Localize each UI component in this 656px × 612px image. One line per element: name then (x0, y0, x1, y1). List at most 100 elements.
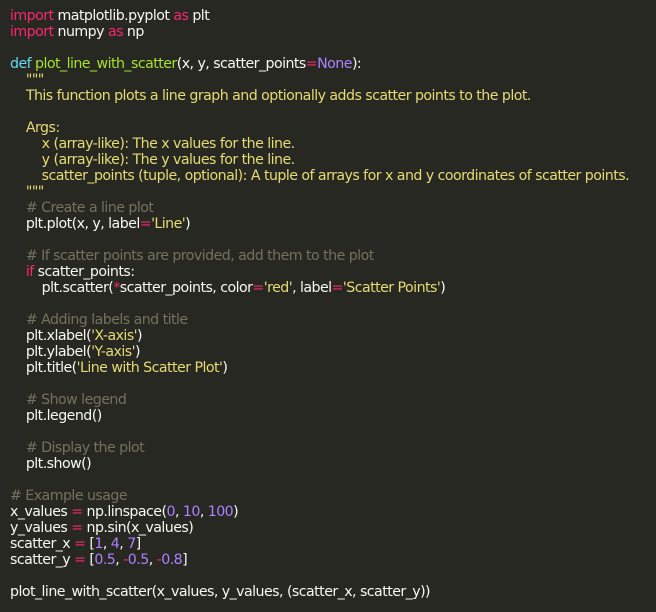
code-line: y (array-like): The y values for the lin… (10, 152, 656, 168)
comment-token: # Create a line plot (10, 200, 154, 216)
code-line: """ (10, 72, 656, 88)
code-line: scatter_y = [0.5, -0.5, -0.8] (10, 552, 656, 568)
code-line: plt.scatter(*scatter_points, color='red'… (10, 280, 656, 296)
number-token: 10 (182, 504, 201, 520)
code-token: scatter_y (10, 552, 75, 568)
code-line: # Create a line plot (10, 200, 656, 216)
code-token: , (148, 552, 157, 568)
code-token: ) (137, 328, 143, 344)
code-line: y_values = np.sin(x_values) (10, 520, 656, 536)
code-token: , label (292, 280, 332, 296)
code-token: (x, y, scatter_points (176, 56, 307, 72)
code-token: plot_line_with_scatter(x_values, y_value… (10, 584, 431, 600)
code-line: plt.plot(x, y, label='Line') (10, 216, 656, 232)
code-line: plt.xlabel('X-axis') (10, 328, 656, 344)
code-token: np.sin(x_values) (82, 520, 194, 536)
code-token: ) (135, 344, 141, 360)
code-line: # Adding labels and title (10, 312, 656, 328)
string-token: 'Line' (151, 216, 186, 232)
code-line: plt.legend() (10, 408, 656, 424)
operator-token: = (305, 56, 318, 72)
code-token: ) (222, 360, 228, 376)
code-line: plot_line_with_scatter(x_values, y_value… (10, 584, 656, 600)
docstring-token: x (array-like): The x values for the lin… (10, 136, 296, 152)
docstring-token: scatter_points (tuple, optional): A tupl… (10, 168, 630, 184)
code-line: # Example usage (10, 488, 656, 504)
code-line: plt.show() (10, 456, 656, 472)
code-line: import numpy as np (10, 24, 656, 40)
docstring-token: This function plots a line graph and opt… (10, 88, 532, 104)
keyword-token: import (10, 8, 54, 24)
code-token: , (119, 536, 128, 552)
code-token: ) (440, 280, 446, 296)
number-token: 1 (94, 536, 103, 552)
number-token: 0.5 (94, 552, 116, 568)
code-line: x_values = np.linspace(0, 10, 100) (10, 504, 656, 520)
code-token: , (174, 504, 183, 520)
operator-token: = (71, 504, 83, 520)
code-token: ] (182, 552, 188, 568)
code-token: scatter_x (10, 536, 75, 552)
number-token: 0 (166, 504, 175, 520)
code-line: # If scatter points are provided, add th… (10, 248, 656, 264)
code-line: # Display the plot (10, 440, 656, 456)
code-token: plt.show() (10, 456, 92, 472)
code-line: x (array-like): The x values for the lin… (10, 136, 656, 152)
docstring-token: """ (10, 184, 44, 200)
keyword-token: as (107, 24, 124, 40)
code-token: plt.title( (10, 360, 77, 376)
docstring-token: """ (10, 72, 44, 88)
function-name-token: plot_line_with_scatter (35, 56, 177, 72)
keyword-token: as (173, 8, 189, 24)
code-token: plt.legend() (10, 408, 102, 424)
code-line: """ (10, 184, 656, 200)
string-token: 'Scatter Points' (342, 280, 441, 296)
constant-token: None (317, 56, 352, 72)
number-token: 0.5 (127, 552, 149, 568)
code-token: ] (135, 536, 142, 552)
string-token: 'red' (263, 280, 293, 296)
code-line: scatter_points (tuple, optional): A tupl… (10, 168, 656, 184)
operator-token: = (331, 280, 344, 296)
code-token: plt.xlabel( (10, 328, 92, 344)
code-token: plt (188, 8, 210, 24)
code-line: Args: (10, 120, 656, 136)
code-token: scatter_points: (33, 264, 135, 280)
code-token: plt.plot(x, y, label (10, 216, 140, 232)
code-token: matplotlib.pyplot (53, 8, 174, 24)
keyword-token: if (25, 264, 34, 280)
code-token: numpy (53, 24, 108, 40)
code-line: This function plots a line graph and opt… (10, 88, 656, 104)
code-token: np (122, 24, 144, 40)
number-token: 4 (110, 536, 120, 552)
docstring-token: Args: (10, 120, 60, 136)
comment-token: # Adding labels and title (10, 312, 188, 328)
code-token: , (102, 536, 111, 552)
comment-token: # If scatter points are provided, add th… (10, 248, 374, 264)
comment-token: # Example usage (10, 488, 128, 504)
comment-token: # Show legend (10, 392, 127, 408)
code-token: , (199, 504, 208, 520)
code-editor[interactable]: import matplotlib.pyplot as plt import nu… (0, 0, 656, 612)
operator-token: = (139, 216, 152, 232)
code-token: np.linspace( (82, 504, 168, 520)
code-token: scatter_points, color (119, 280, 253, 296)
code-token: y_values (10, 520, 72, 536)
code-token: ) (233, 504, 239, 520)
code-line: if scatter_points: (10, 264, 656, 280)
keyword-token: import (10, 24, 54, 40)
code-token: plt.ylabel( (10, 344, 92, 360)
string-token: 'Line with Scatter Plot' (76, 360, 223, 376)
string-token: 'Y-axis' (91, 344, 135, 360)
def-keyword-token: def (10, 56, 36, 72)
docstring-token: y (array-like): The y values for the lin… (10, 152, 296, 168)
code-token: plt.scatter( (10, 280, 114, 296)
